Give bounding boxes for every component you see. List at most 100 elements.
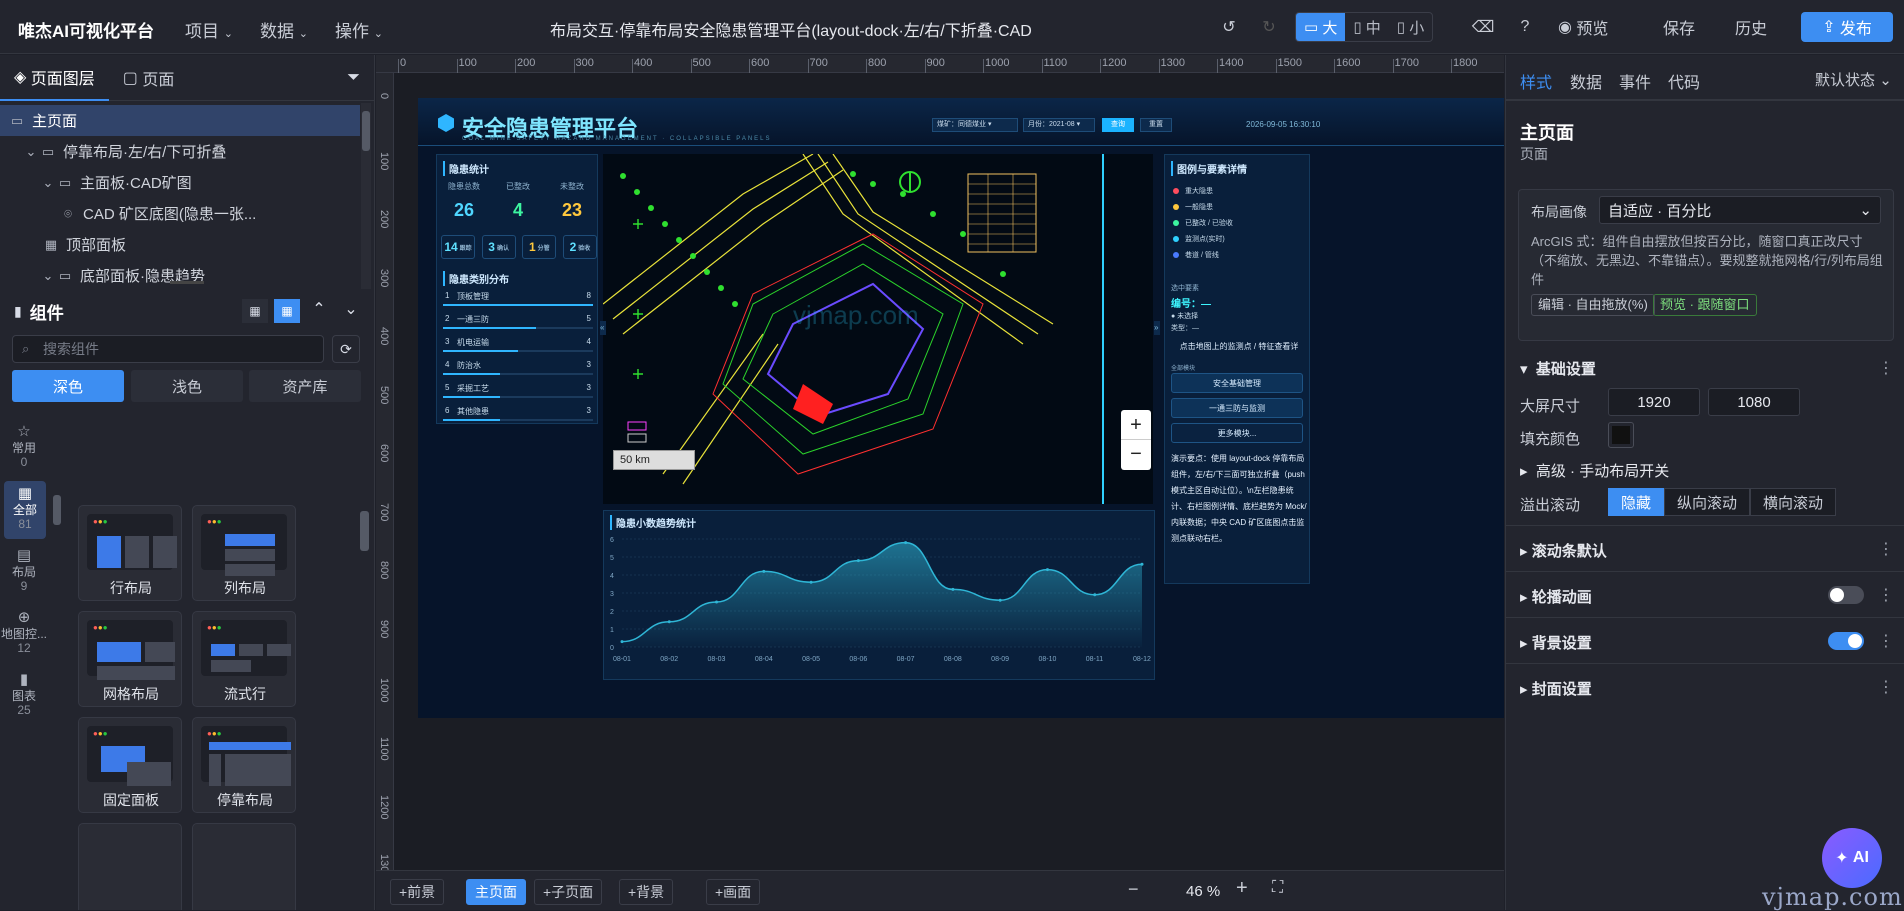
- more-icon[interactable]: ⋮: [1878, 677, 1894, 697]
- asset-library-tab[interactable]: 资产库: [249, 370, 361, 402]
- tab-layers[interactable]: ◈ 页面图层: [0, 55, 109, 101]
- section-row[interactable]: ▸ 封面设置 ⋮: [1506, 663, 1904, 709]
- component-card[interactable]: ●●● 行布局: [78, 505, 182, 601]
- state-select[interactable]: 默认状态 ⌄: [1815, 69, 1892, 90]
- section-header[interactable]: ▸ 滚动条默认: [1520, 540, 1607, 561]
- more-icon[interactable]: ⋮: [1878, 585, 1894, 605]
- module-button[interactable]: 更多模块...: [1171, 423, 1303, 443]
- undo-icon[interactable]: ↺: [1218, 13, 1240, 41]
- chevron-down-icon[interactable]: ⌄: [25, 144, 37, 160]
- collapse-left-icon[interactable]: «: [600, 321, 606, 335]
- tree-item[interactable]: ⌄ ▭ 主面板·CAD矿图: [0, 167, 360, 198]
- tree-item[interactable]: ⌾ CAD 矿区底图(隐患一张...: [0, 198, 360, 229]
- add-subpage-button[interactable]: +子页面: [534, 879, 603, 905]
- help-icon[interactable]: ?: [1514, 13, 1536, 41]
- menu-operate[interactable]: 操作 ⌄: [335, 17, 383, 42]
- section-header[interactable]: ▸ 背景设置: [1520, 632, 1592, 653]
- tree-item[interactable]: ▦ 顶部面板: [0, 229, 360, 260]
- category-3[interactable]: ⊕ 地图控... 12: [0, 605, 48, 663]
- list-view-icon[interactable]: ▦: [274, 299, 300, 323]
- size-medium-button[interactable]: ▯ 中: [1345, 13, 1388, 41]
- tree-item[interactable]: ⌄ ▭ 停靠布局·左/右/下可折叠: [0, 136, 360, 167]
- section-row[interactable]: ▸ 滚动条默认 ⋮: [1506, 525, 1904, 571]
- overflow-hidden-button[interactable]: 隐藏: [1608, 488, 1665, 516]
- overflow-horizontal-button[interactable]: 横向滚动: [1750, 488, 1837, 516]
- menu-project[interactable]: 项目 ⌄: [185, 17, 233, 42]
- clear-icon[interactable]: ⌫: [1472, 13, 1495, 41]
- refresh-icon[interactable]: ⟳: [332, 335, 360, 363]
- chevron-down-icon[interactable]: ⌄: [42, 268, 54, 284]
- tab-pages[interactable]: ▢ 页面: [109, 55, 189, 101]
- zoom-out-icon[interactable]: −: [1121, 440, 1151, 470]
- advanced-toggle[interactable]: ▸ 高级 · 手动布局开关: [1520, 460, 1669, 481]
- component-card[interactable]: [192, 823, 296, 910]
- chevron-down-icon[interactable]: ⌄: [338, 299, 364, 323]
- history-button[interactable]: 历史: [1735, 13, 1767, 41]
- ai-assistant-button[interactable]: ✦ AI: [1822, 828, 1882, 888]
- section-header[interactable]: ▸ 轮播动画: [1520, 586, 1592, 607]
- width-input[interactable]: 1920: [1608, 388, 1700, 416]
- section-header[interactable]: ▸ 封面设置: [1520, 678, 1592, 699]
- tree-item[interactable]: ▭ 主页面: [0, 105, 360, 136]
- more-icon[interactable]: ⋮: [1878, 358, 1894, 378]
- fullscreen-icon[interactable]: ⛶: [1272, 879, 1283, 897]
- component-card[interactable]: ●●● 网格布局: [78, 611, 182, 707]
- tree-item[interactable]: ⌄ ▭ 底部面板·隐患趋势: [0, 260, 360, 291]
- save-button[interactable]: 保存: [1663, 13, 1695, 41]
- mine-select[interactable]: 煤矿：同德煤业 ▾: [932, 118, 1018, 132]
- add-foreground-button[interactable]: +前景: [390, 879, 445, 905]
- tab-events[interactable]: 事件: [1619, 69, 1651, 93]
- height-input[interactable]: 1080: [1708, 388, 1800, 416]
- component-card[interactable]: ●●● 停靠布局: [192, 717, 296, 813]
- theme-light-tab[interactable]: 浅色: [131, 370, 243, 402]
- grid-view-icon[interactable]: ▦: [242, 299, 268, 323]
- add-background-button[interactable]: +背景: [619, 879, 674, 905]
- redo-icon[interactable]: ↻: [1258, 13, 1280, 41]
- dashboard-screen[interactable]: 安全隐患管理平台 COAL MINE SAFETY HAZARD MANAGEM…: [418, 98, 1504, 718]
- reset-button[interactable]: 重置: [1140, 118, 1172, 132]
- component-search-input[interactable]: ⌕ 搜索组件: [12, 335, 324, 363]
- collapse-right-icon[interactable]: »: [1154, 321, 1160, 335]
- filter-icon[interactable]: ⏷: [347, 69, 374, 87]
- publish-button[interactable]: ⇪ 发布: [1801, 12, 1893, 42]
- month-select[interactable]: 月份：2021-08 ▾: [1023, 118, 1095, 132]
- category-1[interactable]: ▦ 全部 81: [4, 481, 46, 539]
- panel-resize-handle[interactable]: [170, 281, 204, 284]
- category-0[interactable]: ☆ 常用 0: [0, 419, 48, 477]
- layout-mode-select[interactable]: 自适应 · 百分比 ⌄: [1599, 196, 1881, 224]
- module-button[interactable]: 安全基础管理: [1171, 373, 1303, 393]
- tab-style[interactable]: 样式: [1520, 69, 1552, 93]
- category-4[interactable]: ▮ 图表 25: [0, 667, 48, 725]
- fill-color-swatch[interactable]: [1608, 422, 1634, 448]
- module-button[interactable]: 一通三防与监测: [1171, 398, 1303, 418]
- component-card[interactable]: ●●● 流式行: [192, 611, 296, 707]
- section-toggle[interactable]: [1828, 632, 1864, 650]
- component-card[interactable]: ●●● 固定面板: [78, 717, 182, 813]
- size-small-button[interactable]: ▯ 小: [1389, 13, 1432, 41]
- zoom-in-button[interactable]: +: [1236, 877, 1248, 900]
- more-icon[interactable]: ⋮: [1878, 539, 1894, 559]
- overflow-vertical-button[interactable]: 纵向滚动: [1664, 488, 1751, 516]
- tab-data[interactable]: 数据: [1570, 69, 1602, 93]
- category-2[interactable]: ▤ 布局 9: [0, 543, 48, 601]
- add-canvas-button[interactable]: +画面: [706, 879, 761, 905]
- theme-dark-tab[interactable]: 深色: [12, 370, 124, 402]
- component-card[interactable]: [78, 823, 182, 910]
- more-icon[interactable]: ⋮: [1878, 631, 1894, 651]
- size-large-button[interactable]: ▭ 大: [1296, 13, 1346, 41]
- tree-scrollbar[interactable]: [361, 103, 371, 289]
- main-page-button[interactable]: 主页面: [466, 879, 526, 905]
- zoom-out-button[interactable]: −: [1128, 879, 1139, 900]
- zoom-in-icon[interactable]: +: [1121, 410, 1151, 440]
- component-card[interactable]: ●●● 列布局: [192, 505, 296, 601]
- basic-settings-header[interactable]: ▾ 基础设置: [1520, 358, 1596, 379]
- section-row[interactable]: ▸ 背景设置 ⋮: [1506, 617, 1904, 663]
- preview-button[interactable]: ◉ 预览: [1558, 13, 1608, 41]
- menu-data[interactable]: 数据 ⌄: [260, 17, 308, 42]
- chevron-up-icon[interactable]: ⌃: [306, 299, 332, 323]
- category-scrollbar[interactable]: [53, 495, 61, 910]
- component-scrollbar[interactable]: [360, 499, 369, 910]
- query-button[interactable]: 查询: [1102, 118, 1134, 132]
- section-row[interactable]: ▸ 轮播动画 ⋮: [1506, 571, 1904, 617]
- chevron-down-icon[interactable]: ⌄: [42, 175, 54, 191]
